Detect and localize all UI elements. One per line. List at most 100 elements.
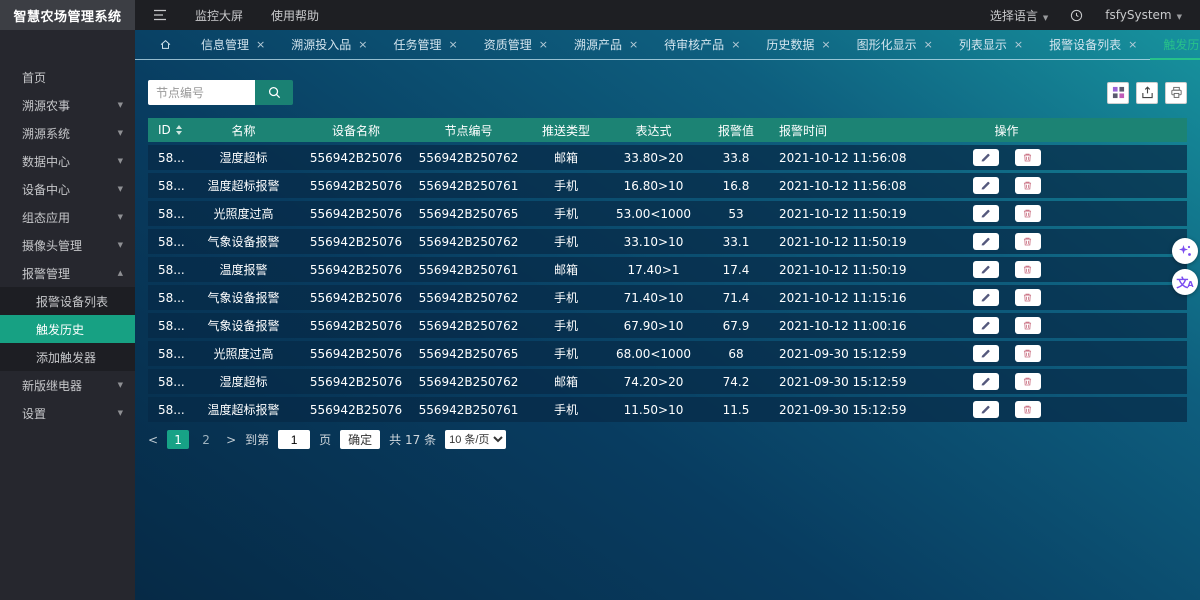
home-icon [159,38,172,51]
delete-button[interactable] [1015,233,1041,250]
close-icon[interactable]: × [1128,38,1137,51]
edit-button[interactable] [973,205,999,222]
delete-button[interactable] [1015,205,1041,222]
topnav-item[interactable]: 监控大屏 [195,7,243,24]
sparkles-icon [1177,243,1193,259]
sidebar-item[interactable]: 组态应用▼ [0,203,135,231]
close-icon[interactable]: × [358,38,367,51]
sidebar-item[interactable]: 摄像头管理▼ [0,231,135,259]
sidebar-subitem[interactable]: 报警设备列表 [0,287,135,315]
tab-item[interactable]: 资质管理× [471,30,561,59]
sidebar-subitem-active[interactable]: 触发历史 [0,315,135,343]
page-size-select[interactable]: 10 条/页 [445,430,506,449]
export-icon [1141,86,1154,99]
clock-icon[interactable] [1070,9,1083,22]
language-selector[interactable]: 选择语言▼ [990,7,1048,24]
close-icon[interactable]: × [256,38,265,51]
close-icon[interactable]: × [924,38,933,51]
search-input[interactable] [148,80,255,105]
cell-device: 556942B25076 [301,403,411,417]
close-icon[interactable]: × [821,38,830,51]
delete-button[interactable] [1015,149,1041,166]
delete-button[interactable] [1015,317,1041,334]
edit-button[interactable] [973,177,999,194]
sidebar-item[interactable]: 报警管理▲ [0,259,135,287]
close-icon[interactable]: × [731,38,740,51]
tab-home[interactable] [143,30,188,59]
tab-active[interactable]: 触发历史× [1150,30,1200,59]
tab-label: 触发历史 [1163,36,1200,53]
close-icon[interactable]: × [539,38,548,51]
row-actions [926,149,1187,166]
export-button[interactable] [1136,82,1158,104]
edit-button[interactable] [973,289,999,306]
topnav-item[interactable]: 使用帮助 [271,7,319,24]
tab-item[interactable]: 任务管理× [380,30,470,59]
cell-expr: 74.20>20 [606,375,701,389]
sidebar-item[interactable]: 设备中心▼ [0,175,135,203]
delete-button[interactable] [1015,345,1041,362]
cell-node: 556942B250762 [411,235,526,249]
confirm-button[interactable]: 确定 [340,430,380,449]
goto-page-input[interactable] [278,430,310,449]
close-icon[interactable]: × [629,38,638,51]
print-button[interactable] [1165,82,1187,104]
cell-value: 33.8 [701,151,771,165]
edit-button[interactable] [973,373,999,390]
cell-id: 58... [148,375,186,389]
cell-value: 68 [701,347,771,361]
delete-icon [1022,208,1033,219]
tab-item[interactable]: 报警设备列表 × [1036,30,1150,59]
delete-button[interactable] [1015,289,1041,306]
tab-item[interactable]: 待审核产品× [651,30,753,59]
delete-button[interactable] [1015,177,1041,194]
sidebar-item[interactable]: 首页 [0,63,135,91]
cell-time: 2021-10-12 11:56:08 [771,151,926,165]
user-menu[interactable]: fsfySystem▼ [1105,8,1182,22]
translate-button[interactable]: 文A [1172,269,1198,295]
sidebar-item[interactable]: 溯源农事▼ [0,91,135,119]
tab-label: 报警设备列表 [1049,36,1121,53]
table-tools [1107,82,1187,104]
cell-time: 2021-09-30 15:12:59 [771,403,926,417]
sidebar-item[interactable]: 溯源系统▼ [0,119,135,147]
prev-page-button[interactable]: < [148,433,158,447]
close-icon[interactable]: × [448,38,457,51]
close-icon[interactable]: × [1014,38,1023,51]
next-page-button[interactable]: > [226,433,236,447]
tab-label: 历史数据 [766,36,814,53]
sidebar-item[interactable]: 数据中心▼ [0,147,135,175]
columns-button[interactable] [1107,82,1129,104]
edit-button[interactable] [973,261,999,278]
delete-button[interactable] [1015,373,1041,390]
chevron-up-icon: ▲ [118,269,123,277]
tab-item[interactable]: 历史数据 × [753,30,843,59]
tab-item[interactable]: 信息管理× [188,30,278,59]
search-button[interactable] [255,80,293,105]
tab-item[interactable]: 溯源产品× [561,30,651,59]
sidebar-item-label: 报警管理 [22,265,118,282]
tab-item[interactable]: 溯源投入品× [278,30,380,59]
tab-item[interactable]: 列表显示× [946,30,1036,59]
cell-push: 手机 [526,233,606,250]
edit-button[interactable] [973,401,999,418]
sparkles-button[interactable] [1172,238,1198,264]
column-header-id[interactable]: ID [148,123,186,137]
edit-button[interactable] [973,149,999,166]
delete-button[interactable] [1015,261,1041,278]
tab-item[interactable]: 图形化显示× [844,30,946,59]
sidebar-toggle-icon[interactable] [153,9,167,21]
sort-icon[interactable] [176,125,182,135]
edit-button[interactable] [973,317,999,334]
page-button-2[interactable]: 2 [195,430,217,449]
sidebar-item[interactable]: 设置▼ [0,399,135,427]
delete-button[interactable] [1015,401,1041,418]
page-button-1[interactable]: 1 [167,430,189,449]
edit-icon [980,264,991,275]
cell-device: 556942B25076 [301,291,411,305]
edit-button[interactable] [973,233,999,250]
sidebar-subitem[interactable]: 添加触发器 [0,343,135,371]
sidebar-item[interactable]: 新版继电器▼ [0,371,135,399]
cell-node: 556942B250762 [411,319,526,333]
edit-button[interactable] [973,345,999,362]
